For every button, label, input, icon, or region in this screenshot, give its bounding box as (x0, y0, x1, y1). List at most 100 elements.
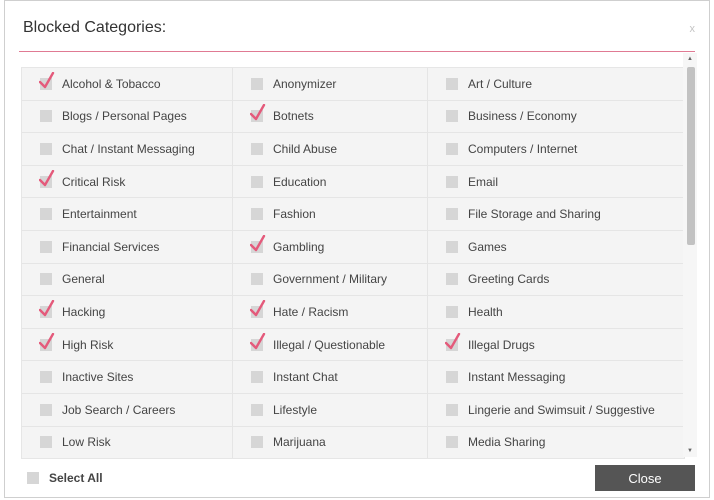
title-divider (19, 51, 695, 52)
checkbox-icon[interactable] (446, 436, 458, 449)
category-label: Hate / Racism (273, 304, 349, 319)
checkbox-icon[interactable] (251, 273, 263, 286)
checkbox-icon[interactable] (446, 403, 458, 416)
checked-checkbox-icon[interactable] (250, 234, 266, 253)
select-all-checkbox[interactable]: Select All (27, 471, 103, 485)
category-item[interactable]: Business / Economy (428, 100, 683, 134)
scroll-up-arrow-icon[interactable]: ▲ (683, 53, 697, 65)
category-item[interactable]: Illegal / Questionable (233, 328, 428, 362)
category-item[interactable]: Games (428, 230, 683, 264)
checkbox-icon[interactable] (251, 403, 263, 416)
category-item[interactable]: Marijuana (233, 426, 428, 458)
checked-checkbox-icon[interactable] (39, 332, 55, 351)
category-label: Computers / Internet (468, 141, 578, 156)
category-item[interactable]: Lingerie and Swimsuit / Suggestive (428, 393, 683, 427)
checkbox-icon[interactable] (40, 142, 52, 155)
checkbox-icon[interactable] (251, 436, 263, 449)
checkbox-icon[interactable] (251, 77, 263, 90)
checked-checkbox-icon[interactable] (445, 332, 461, 351)
category-label: Instant Messaging (468, 370, 566, 385)
category-label: Games (468, 239, 507, 254)
checkbox-icon[interactable] (40, 240, 52, 253)
checkbox-icon[interactable] (446, 175, 458, 188)
checkbox-icon[interactable] (446, 305, 458, 318)
checkbox-icon[interactable] (446, 110, 458, 123)
category-item[interactable]: Government / Military (233, 263, 428, 297)
category-label: Low Risk (62, 435, 111, 450)
checkbox-icon[interactable] (40, 273, 52, 286)
checkbox-icon[interactable] (251, 208, 263, 221)
checked-checkbox-icon[interactable] (250, 299, 266, 318)
category-item[interactable]: Alcohol & Tobacco (22, 68, 233, 101)
checkbox-icon[interactable] (27, 472, 39, 484)
category-item[interactable]: Art / Culture (428, 68, 683, 101)
checkbox-icon[interactable] (446, 77, 458, 90)
checkbox-icon[interactable] (40, 371, 52, 384)
category-item[interactable]: Fashion (233, 198, 428, 231)
category-item[interactable]: Instant Messaging (428, 361, 683, 394)
category-item[interactable]: High Risk (22, 328, 233, 362)
category-label: Health (468, 304, 503, 319)
blocked-categories-dialog: Blocked Categories: x Alcohol & Tobacco A… (4, 0, 710, 498)
category-item[interactable]: Hate / Racism (233, 296, 428, 329)
checkbox-icon[interactable] (446, 208, 458, 221)
checkbox-icon[interactable] (40, 403, 52, 416)
checked-checkbox-icon[interactable] (39, 71, 55, 90)
category-item[interactable]: Financial Services (22, 230, 233, 264)
category-item[interactable]: Child Abuse (233, 133, 428, 166)
checked-checkbox-icon[interactable] (39, 299, 55, 318)
category-item[interactable]: Blogs / Personal Pages (22, 100, 233, 134)
category-item[interactable]: Media Sharing (428, 426, 683, 458)
category-item[interactable]: Education (233, 165, 428, 199)
category-label: Email (468, 174, 499, 189)
category-item[interactable]: Entertainment (22, 198, 233, 231)
category-label: Education (273, 174, 327, 189)
category-item[interactable]: Chat / Instant Messaging (22, 133, 233, 166)
category-label: Lifestyle (273, 402, 318, 417)
checkbox-icon[interactable] (446, 273, 458, 286)
category-label: Art / Culture (468, 76, 533, 91)
category-label: File Storage and Sharing (468, 207, 601, 222)
category-label: High Risk (62, 337, 114, 352)
checkbox-icon[interactable] (40, 110, 52, 123)
category-item[interactable]: General (22, 263, 233, 297)
category-item[interactable]: Critical Risk (22, 165, 233, 199)
category-item[interactable]: Job Search / Careers (22, 393, 233, 427)
category-label: Marijuana (273, 435, 326, 450)
checkbox-icon[interactable] (446, 240, 458, 253)
category-item[interactable]: Inactive Sites (22, 361, 233, 394)
checked-checkbox-icon[interactable] (250, 332, 266, 351)
scroll-thumb[interactable] (687, 67, 695, 245)
scroll-down-arrow-icon[interactable]: ▼ (683, 445, 697, 457)
checkbox-icon[interactable] (446, 142, 458, 155)
checkbox-icon[interactable] (40, 436, 52, 449)
category-item[interactable]: Botnets (233, 100, 428, 134)
category-item[interactable]: Gambling (233, 230, 428, 264)
category-item[interactable]: Computers / Internet (428, 133, 683, 166)
category-item[interactable]: Low Risk (22, 426, 233, 458)
category-label: Business / Economy (468, 109, 577, 124)
category-item[interactable]: Lifestyle (233, 393, 428, 427)
category-item[interactable]: Health (428, 296, 683, 329)
category-item[interactable]: Instant Chat (233, 361, 428, 394)
category-item[interactable]: Anonymizer (233, 68, 428, 101)
scrollbar[interactable]: ▲ ▼ (683, 53, 697, 457)
close-button[interactable]: Close (595, 465, 695, 491)
category-item[interactable]: Email (428, 165, 683, 199)
category-item[interactable]: Illegal Drugs (428, 328, 683, 362)
close-icon[interactable]: x (690, 23, 696, 35)
checked-checkbox-icon[interactable] (250, 104, 266, 123)
checked-checkbox-icon[interactable] (39, 169, 55, 188)
category-label: Gambling (273, 239, 325, 254)
category-grid: Alcohol & Tobacco Anonymizer Art / Culture… (22, 68, 684, 458)
category-item[interactable]: Hacking (22, 296, 233, 329)
checkbox-icon[interactable] (446, 371, 458, 384)
checkbox-icon[interactable] (40, 208, 52, 221)
category-label: General (62, 272, 105, 287)
checkbox-icon[interactable] (251, 371, 263, 384)
category-item[interactable]: File Storage and Sharing (428, 198, 683, 231)
checkbox-icon[interactable] (251, 142, 263, 155)
category-label: Media Sharing (468, 435, 546, 450)
checkbox-icon[interactable] (251, 175, 263, 188)
category-item[interactable]: Greeting Cards (428, 263, 683, 297)
